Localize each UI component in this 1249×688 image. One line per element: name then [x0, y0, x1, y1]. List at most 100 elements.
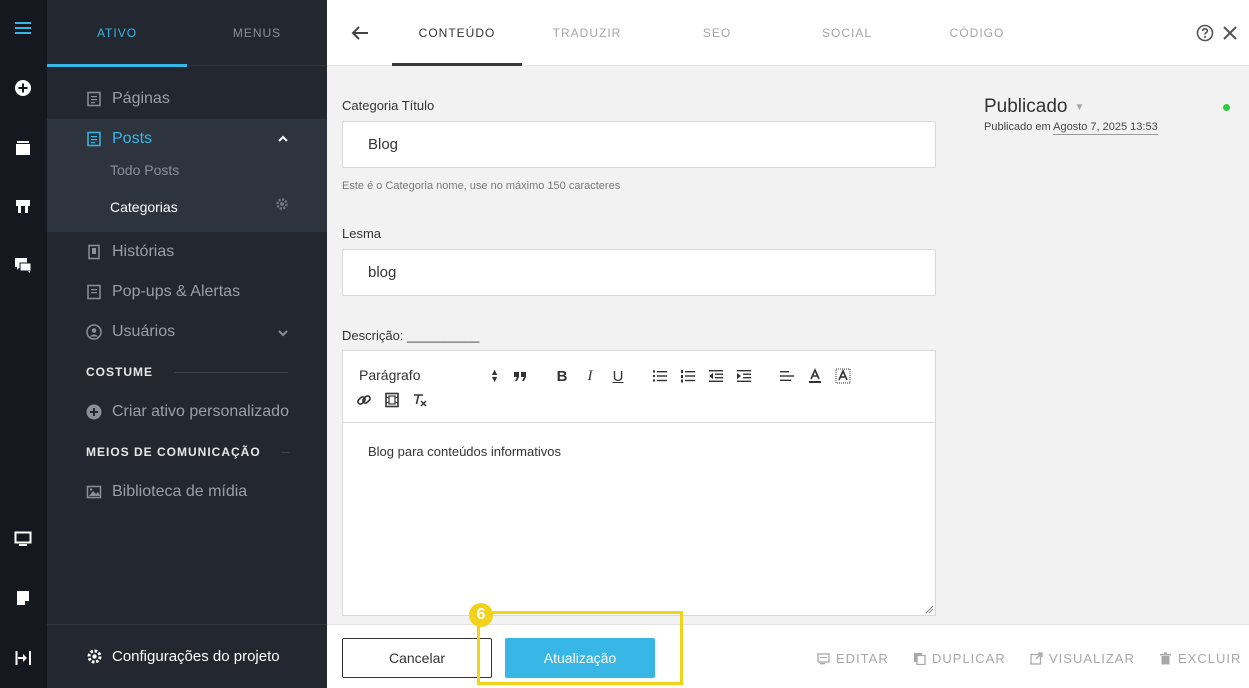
project-settings-link[interactable]: Configurações do projeto: [47, 624, 327, 688]
main-panel: CONTEÚDO TRADUZIR SEO SOCIAL CÓDIGO Cate…: [327, 0, 1249, 688]
title-label: Categoria Título: [342, 98, 435, 113]
underline-icon[interactable]: U: [609, 367, 627, 385]
tab-codigo[interactable]: CÓDIGO: [912, 0, 1042, 66]
sidebar-item-label: Usuários: [112, 323, 176, 340]
section-media: MEIOS DE COMUNICAÇÃO: [86, 445, 261, 459]
quote-icon[interactable]: [511, 367, 529, 385]
step-badge: 6: [469, 603, 493, 627]
highlight-box: [477, 611, 683, 685]
select-arrows-icon: ▲ ▼: [490, 367, 499, 384]
sidebar-subitem-categorias[interactable]: Categorias: [110, 199, 178, 215]
duplicate-action[interactable]: DUPLICAR: [913, 651, 1006, 666]
sidebar-item-paginas[interactable]: Páginas: [47, 79, 327, 119]
duplicate-label: DUPLICAR: [932, 651, 1006, 666]
chevron-down-icon[interactable]: [277, 326, 289, 338]
editor-topbar: CONTEÚDO TRADUZIR SEO SOCIAL CÓDIGO: [327, 0, 1249, 66]
sidebar-item-label: Posts: [112, 130, 153, 147]
cancel-button[interactable]: Cancelar: [342, 638, 492, 678]
description-content[interactable]: Blog para conteúdos informativos: [368, 444, 561, 459]
paragraph-select-value: Parágrafo: [359, 367, 421, 383]
edit-label: EDITAR: [836, 651, 889, 666]
asset-sidebar: ATIVO MENUS Páginas Posts Todo Posts Cat…: [47, 0, 327, 688]
highlight-color-icon[interactable]: [834, 367, 852, 385]
exit-icon[interactable]: [11, 646, 35, 670]
video-icon[interactable]: [383, 391, 401, 409]
add-circle-icon: [86, 404, 102, 420]
sidebar-item-posts[interactable]: Posts: [47, 119, 327, 159]
trash-icon: [1160, 652, 1171, 665]
story-icon: [86, 244, 102, 260]
sidebar-item-popups[interactable]: Pop-ups & Alertas: [47, 272, 327, 312]
editor-footer: Cancelar Atualização EDITAR DUPLICAR VIS…: [327, 624, 1249, 688]
chevron-up-icon[interactable]: [277, 132, 289, 144]
chat-icon[interactable]: [11, 253, 35, 277]
caret-down-icon: ▼: [1074, 101, 1085, 113]
title-input[interactable]: Blog: [342, 121, 936, 168]
tab-traduzir[interactable]: TRADUZIR: [522, 0, 652, 66]
slug-input[interactable]: blog: [342, 249, 936, 296]
tab-seo[interactable]: SEO: [652, 0, 782, 66]
title-hint: Este é o Categoria nome, use no máximo 1…: [342, 180, 621, 192]
slug-label: Lesma: [342, 226, 382, 241]
delete-label: EXCLUIR: [1178, 651, 1242, 666]
status-dropdown[interactable]: Publicado ▼: [984, 96, 1084, 118]
sidebar-item-usuarios[interactable]: Usuários: [47, 312, 327, 352]
preview-label: VISUALIZAR: [1049, 651, 1135, 666]
add-circle-icon[interactable]: [11, 76, 35, 100]
project-settings-label: Configurações do projeto: [112, 648, 280, 665]
gear-icon[interactable]: [275, 197, 289, 211]
icon-rail: [0, 0, 47, 688]
sign-icon[interactable]: [11, 194, 35, 218]
tab-conteudo[interactable]: CONTEÚDO: [392, 0, 522, 66]
bold-icon[interactable]: B: [553, 367, 571, 385]
folder-icon[interactable]: [11, 136, 35, 160]
numbered-list-icon[interactable]: [679, 367, 697, 385]
description-label: Descrição: __________: [342, 328, 480, 343]
published-date[interactable]: Agosto 7, 2025 13:53: [1053, 121, 1158, 135]
tab-social[interactable]: SOCIAL: [782, 0, 912, 66]
preview-action[interactable]: VISUALIZAR: [1030, 651, 1135, 666]
published-prefix: Publicado em: [984, 121, 1051, 133]
section-media-title: MEIOS DE COMUNICAÇÃO: [86, 445, 261, 459]
align-left-icon[interactable]: [778, 367, 796, 385]
editor-toolbar: Parágrafo ▲ ▼ B I U: [343, 351, 935, 423]
close-icon[interactable]: [1221, 24, 1239, 42]
paragraph-select[interactable]: Parágrafo ▲ ▼: [359, 367, 499, 384]
help-icon[interactable]: [1196, 24, 1214, 42]
italic-icon[interactable]: I: [581, 367, 599, 385]
sidebar-tabs: ATIVO MENUS: [47, 0, 327, 67]
sidebar-item-label: Biblioteca de mídia: [112, 483, 248, 500]
outdent-icon[interactable]: [707, 367, 725, 385]
resize-handle-icon[interactable]: [925, 605, 934, 614]
link-icon[interactable]: [355, 391, 373, 409]
popup-icon: [86, 284, 102, 300]
tab-menus[interactable]: MENUS: [187, 0, 327, 66]
delete-action[interactable]: EXCLUIR: [1159, 651, 1241, 666]
settings-gear-icon: [87, 649, 102, 664]
clear-format-icon[interactable]: [411, 391, 429, 409]
status-label: Publicado: [984, 96, 1068, 117]
section-costume: COSTUME: [86, 365, 153, 379]
sidebar-item-create-asset[interactable]: Criar ativo personalizado: [47, 392, 327, 432]
indent-icon[interactable]: [735, 367, 753, 385]
sidebar-item-label: Páginas: [112, 90, 170, 107]
sidebar-item-media-library[interactable]: Biblioteca de mídia: [47, 472, 327, 512]
bullet-list-icon[interactable]: [651, 367, 669, 385]
rich-text-editor: Parágrafo ▲ ▼ B I U Blog para conteúdos i…: [342, 350, 936, 616]
back-arrow-icon[interactable]: [349, 22, 371, 44]
tab-ativo[interactable]: ATIVO: [47, 0, 187, 67]
monitor-icon[interactable]: [11, 527, 35, 551]
post-icon: [86, 131, 102, 147]
text-color-icon[interactable]: [806, 367, 824, 385]
sidebar-item-historias[interactable]: Histórias: [47, 232, 327, 272]
sidebar-subitem-todo-posts[interactable]: Todo Posts: [110, 162, 179, 178]
status-indicator: [1223, 104, 1230, 111]
note-icon[interactable]: [11, 586, 35, 610]
edit-icon: [817, 653, 830, 665]
menu-icon[interactable]: [11, 16, 35, 40]
sidebar-item-label: Histórias: [112, 243, 175, 260]
user-icon: [86, 324, 102, 340]
sidebar-item-label: Pop-ups & Alertas: [112, 283, 241, 300]
edit-action[interactable]: EDITAR: [817, 651, 889, 666]
published-info: Publicado em Agosto 7, 2025 13:53: [984, 121, 1158, 135]
